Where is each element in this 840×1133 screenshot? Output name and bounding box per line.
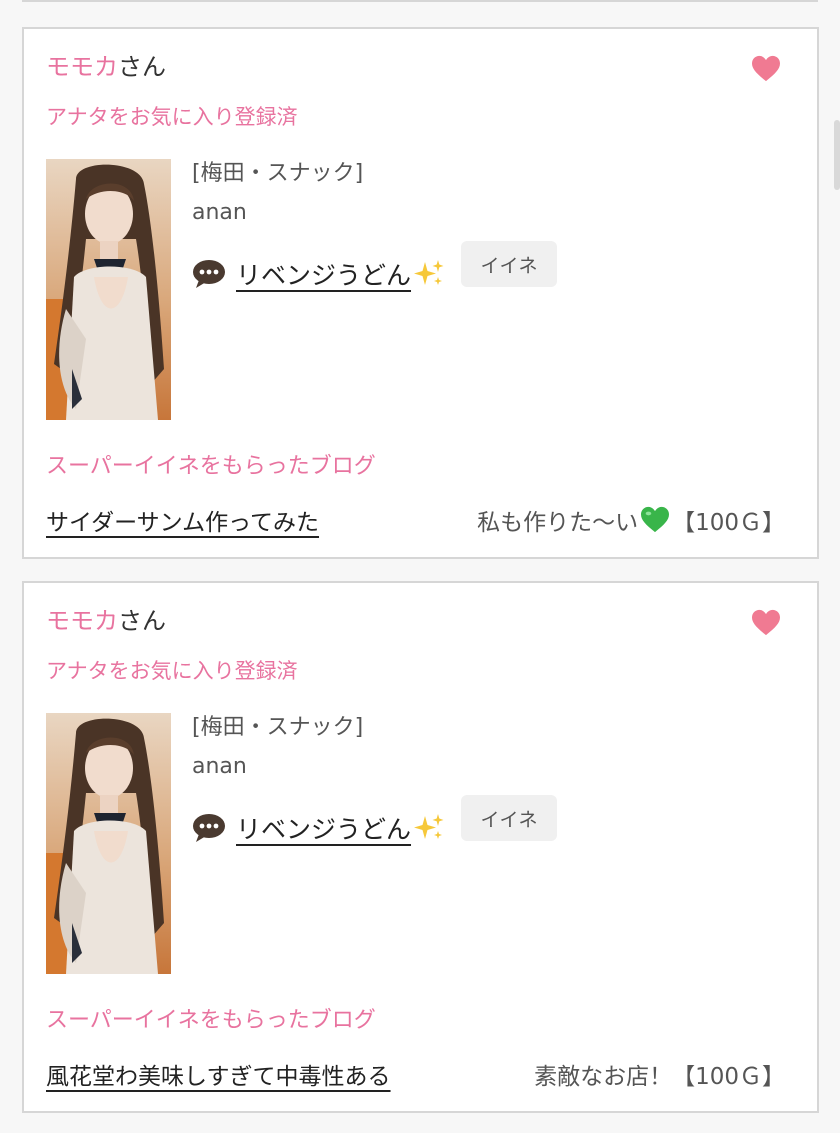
green-heart-emoji xyxy=(641,506,670,533)
blog-title-link[interactable]: サイダーサンム作ってみた xyxy=(46,503,319,537)
blog-message: 私も作りた〜い 【100Ｇ】 xyxy=(477,503,785,537)
favorite-cast-card: モモカさん アナタをお気に入り登録済 [梅田・スナック] anan リベンジうど… xyxy=(22,581,819,1113)
cast-name[interactable]: モモカさん xyxy=(46,605,166,637)
favorite-cast-card: モモカさん アナタをお気に入り登録済 [梅田・スナック] anan リベンジうど… xyxy=(22,27,819,559)
cast-info: [梅田・スナック] anan xyxy=(192,159,363,227)
blog-points: 【100Ｇ】 xyxy=(672,510,785,536)
super-like-blog-title: スーパーイイネをもらったブログ xyxy=(46,454,376,479)
like-button[interactable]: イイネ xyxy=(461,241,558,287)
blog-message: 素敵なお店！ 【100Ｇ】 xyxy=(534,1057,785,1091)
blog-title-link[interactable]: 風花堂わ美味しすぎて中毒性ある xyxy=(46,1057,391,1091)
cast-name[interactable]: モモカさん xyxy=(46,51,166,83)
super-like-blog-title: スーパーイイネをもらったブログ xyxy=(46,1008,376,1033)
cast-photo[interactable] xyxy=(46,713,171,974)
heart-icon[interactable] xyxy=(751,609,781,637)
comment-link[interactable]: リベンジうどん xyxy=(236,810,445,846)
blog-row: 風花堂わ美味しすぎて中毒性ある 素敵なお店！ 【100Ｇ】 xyxy=(46,1057,785,1091)
cast-name-link[interactable]: モモカ xyxy=(46,607,118,635)
cast-name-suffix: さん xyxy=(118,53,166,81)
previous-card-edge xyxy=(22,0,818,2)
cast-name-suffix: さん xyxy=(118,607,166,635)
scrollbar[interactable] xyxy=(834,120,840,190)
cast-photo[interactable] xyxy=(46,159,171,420)
comment-row: リベンジうどん イイネ xyxy=(192,241,558,297)
heart-icon[interactable] xyxy=(751,55,781,83)
comment-link[interactable]: リベンジうどん xyxy=(236,256,445,292)
shop-name: anan xyxy=(192,754,247,779)
speech-bubble-icon xyxy=(193,260,225,288)
blog-message-text: 素敵なお店！ xyxy=(534,1064,673,1090)
shop-name: anan xyxy=(192,200,247,225)
blog-message-text: 私も作りた〜い xyxy=(477,510,639,536)
blog-points: 【100Ｇ】 xyxy=(672,1064,785,1090)
shop-area-label: [梅田・スナック] xyxy=(192,715,364,740)
cast-info: [梅田・スナック] anan xyxy=(192,713,363,781)
sparkles-emoji xyxy=(414,260,444,285)
shop-area-label: [梅田・スナック] xyxy=(192,161,364,186)
sparkles-emoji xyxy=(414,814,444,839)
comment-row: リベンジうどん イイネ xyxy=(192,795,558,851)
favorite-status: アナタをお気に入り登録済 xyxy=(46,659,298,683)
blog-row: サイダーサンム作ってみた 私も作りた〜い 【100Ｇ】 xyxy=(46,503,785,537)
like-button[interactable]: イイネ xyxy=(461,795,558,841)
comment-text: リベンジうどん xyxy=(236,815,412,844)
favorite-status: アナタをお気に入り登録済 xyxy=(46,105,298,129)
speech-bubble-icon xyxy=(193,814,225,842)
comment-text: リベンジうどん xyxy=(236,261,412,290)
cast-name-link[interactable]: モモカ xyxy=(46,53,118,81)
